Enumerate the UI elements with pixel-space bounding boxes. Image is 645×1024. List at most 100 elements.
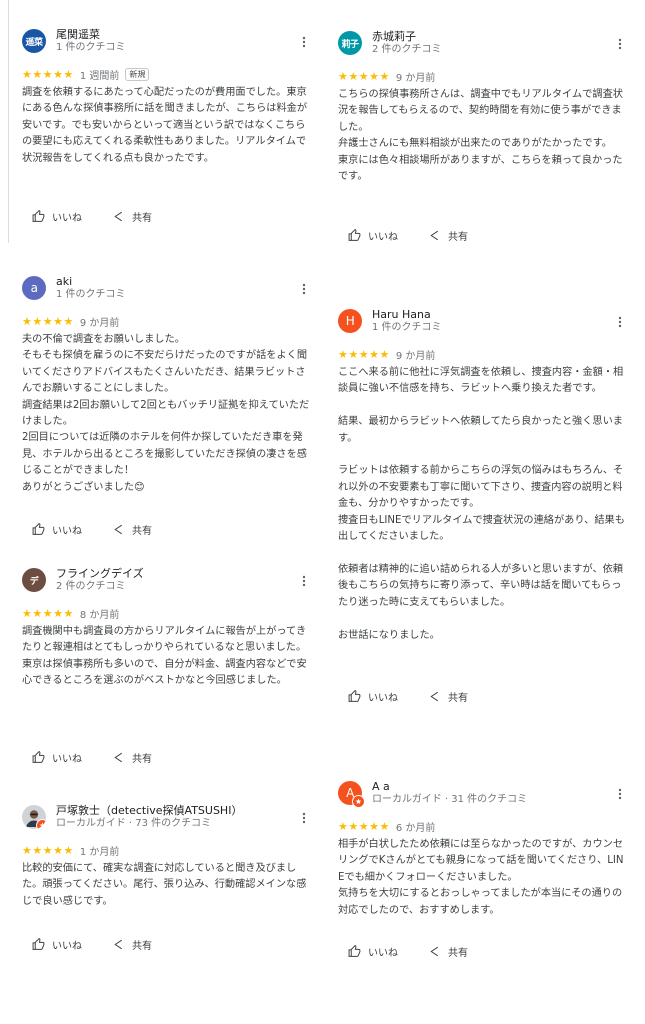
- like-button[interactable]: いいね: [348, 944, 398, 959]
- share-label: 共有: [448, 693, 468, 704]
- share-icon: [430, 230, 439, 241]
- share-label: 共有: [448, 232, 468, 243]
- avatar[interactable]: [22, 805, 46, 829]
- review-header: 遥菜 尾関遥菜 1 件のクチコミ: [22, 28, 310, 58]
- review-actions: いいね 共有: [348, 944, 468, 959]
- review-time: 9 か月前: [79, 317, 120, 329]
- share-button[interactable]: 共有: [112, 750, 152, 765]
- review-text: こちらの探偵事務所さんは、調査中でもリアルタイムで調査状況を報告してもらえるので…: [338, 89, 623, 183]
- reviewer-name[interactable]: フライングデイズ: [56, 567, 144, 581]
- star-rating: ★★★★★: [22, 67, 74, 81]
- review-card: A A a ローカルガイド · 31 件のクチコミ ★★★★★ 6 か月前 相手…: [338, 780, 626, 959]
- more-options-icon[interactable]: [298, 810, 310, 826]
- reviewer-name[interactable]: aki: [56, 275, 72, 289]
- review-header: 莉子 赤城莉子 2 件のクチコミ: [338, 30, 626, 60]
- rating-row: ★★★★★ 9 か月前: [338, 347, 626, 362]
- share-icon: [114, 524, 123, 535]
- review-card: H Haru Hana 1 件のクチコミ ★★★★★ 9 か月前 ここへ来る前に…: [338, 308, 626, 704]
- more-options-icon[interactable]: [614, 786, 626, 802]
- like-label: いいね: [52, 941, 82, 952]
- reviewer-meta: 1 件のクチコミ: [56, 42, 126, 53]
- reviewer-name[interactable]: Haru Hana: [372, 308, 431, 322]
- left-divider-line: [8, 0, 9, 243]
- reviewer-meta: 1 件のクチコミ: [372, 322, 442, 333]
- reviewer-name[interactable]: 赤城莉子: [372, 30, 416, 44]
- avatar[interactable]: a: [22, 276, 46, 300]
- rating-row: ★★★★★ 1 週間前 新規: [22, 67, 310, 82]
- thumbs-up-icon: [348, 229, 361, 241]
- more-options-icon[interactable]: [614, 36, 626, 52]
- rating-row: ★★★★★ 9 か月前: [22, 314, 310, 329]
- reviewer-meta: ローカルガイド · 73 件のクチコミ: [56, 818, 212, 829]
- reviewer-meta: ローカルガイド · 31 件のクチコミ: [372, 794, 528, 805]
- star-rating: ★★★★★: [338, 347, 390, 361]
- share-button[interactable]: 共有: [428, 944, 468, 959]
- review-header: H Haru Hana 1 件のクチコミ: [338, 308, 626, 338]
- review-time: 9 か月前: [395, 350, 436, 362]
- star-rating: ★★★★★: [22, 843, 74, 857]
- like-label: いいね: [52, 754, 82, 765]
- review-header: a aki 1 件のクチコミ: [22, 275, 310, 305]
- review-time: 9 か月前: [395, 72, 436, 84]
- thumbs-up-icon: [348, 945, 361, 957]
- thumbs-up-icon: [32, 523, 45, 535]
- share-icon: [114, 939, 123, 950]
- reviewer-name[interactable]: A a: [372, 780, 390, 794]
- like-button[interactable]: いいね: [32, 522, 82, 537]
- star-rating: ★★★★★: [22, 314, 74, 328]
- star-rating: ★★★★★: [338, 819, 390, 833]
- rating-row: ★★★★★ 8 か月前: [22, 606, 310, 621]
- more-options-icon[interactable]: [298, 34, 310, 50]
- thumbs-up-icon: [32, 938, 45, 950]
- avatar[interactable]: A: [338, 781, 365, 808]
- avatar[interactable]: H: [338, 309, 362, 333]
- review-text: 比較的安価にて、確実な調査に対応していると聞き及びました。頑張ってください。尾行…: [22, 863, 307, 907]
- review-time: 8 か月前: [79, 609, 120, 621]
- new-badge: 新規: [125, 67, 150, 81]
- review-header: 戸塚敦士（detective探偵ATSUSHI） ローカルガイド · 73 件の…: [22, 804, 310, 834]
- like-label: いいね: [52, 213, 82, 224]
- share-button[interactable]: 共有: [112, 522, 152, 537]
- star-rating: ★★★★★: [22, 606, 74, 620]
- review-text: 調査機関中も調査員の方からリアルタイムに報告が上がってきたりと報連相はとてもしっ…: [22, 626, 307, 687]
- thumbs-up-icon: [32, 751, 45, 763]
- local-guide-badge-icon: [352, 795, 365, 808]
- review-actions: いいね 共有: [32, 937, 152, 952]
- review-card: a aki 1 件のクチコミ ★★★★★ 9 か月前 夫の不倫で調査をお願いしま…: [22, 275, 310, 537]
- review-time: 1 か月前: [79, 846, 120, 858]
- review-text: 夫の不倫で調査をお願いしました。 そもそも探偵を雇うのに不安だらけだったのですが…: [22, 334, 310, 493]
- share-icon: [430, 691, 439, 702]
- review-actions: いいね 共有: [348, 228, 468, 243]
- share-label: 共有: [132, 754, 152, 765]
- like-label: いいね: [368, 232, 398, 243]
- share-button[interactable]: 共有: [112, 209, 152, 224]
- avatar[interactable]: 莉子: [338, 31, 362, 55]
- reviewer-name[interactable]: 戸塚敦士（detective探偵ATSUSHI）: [56, 804, 242, 818]
- avatar[interactable]: 遥菜: [22, 29, 46, 53]
- like-button[interactable]: いいね: [32, 209, 82, 224]
- review-card: 遥菜 尾関遥菜 1 件のクチコミ ★★★★★ 1 週間前 新規 調査を依頼するに…: [22, 28, 310, 224]
- more-options-icon[interactable]: [298, 573, 310, 589]
- review-text: 調査を依頼するにあたって心配だったのが費用面でした。東京にある色んな探偵事務所に…: [22, 87, 308, 164]
- reviewer-name[interactable]: 尾関遥菜: [56, 28, 100, 42]
- review-card: デ フライングデイズ 2 件のクチコミ ★★★★★ 8 か月前 調査機関中も調査…: [22, 567, 310, 765]
- review-actions: いいね 共有: [348, 689, 468, 704]
- review-card: 莉子 赤城莉子 2 件のクチコミ ★★★★★ 9 か月前 こちらの探偵事務所さん…: [338, 30, 626, 243]
- like-button[interactable]: いいね: [348, 228, 398, 243]
- review-actions: いいね 共有: [32, 750, 152, 765]
- like-button[interactable]: いいね: [32, 750, 82, 765]
- like-button[interactable]: いいね: [348, 689, 398, 704]
- review-actions: いいね 共有: [32, 209, 152, 224]
- like-button[interactable]: いいね: [32, 937, 82, 952]
- review-time: 6 か月前: [395, 822, 436, 834]
- share-button[interactable]: 共有: [428, 689, 468, 704]
- review-card: 戸塚敦士（detective探偵ATSUSHI） ローカルガイド · 73 件の…: [22, 804, 310, 952]
- share-button[interactable]: 共有: [112, 937, 152, 952]
- like-label: いいね: [368, 948, 398, 959]
- thumbs-up-icon: [32, 210, 45, 222]
- more-options-icon[interactable]: [298, 281, 310, 297]
- avatar[interactable]: デ: [22, 568, 46, 592]
- share-button[interactable]: 共有: [428, 228, 468, 243]
- share-icon: [430, 946, 439, 957]
- more-options-icon[interactable]: [614, 314, 626, 330]
